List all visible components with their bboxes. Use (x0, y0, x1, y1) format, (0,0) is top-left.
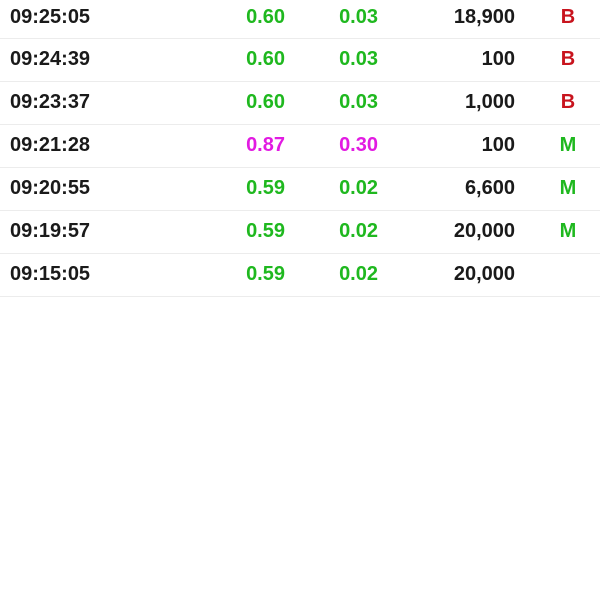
trade-volume: 100 (481, 134, 515, 156)
trade-change: 0.03 (339, 6, 378, 28)
trade-price: 0.60 (246, 6, 285, 28)
table-row[interactable]: 09:25:05 0.60 0.03 18,900 B (0, 0, 600, 39)
trade-time: 09:15:05 (10, 263, 91, 285)
trade-price: 0.87 (246, 134, 285, 156)
trade-change: 0.03 (339, 91, 378, 113)
trade-list: 09:25:05 0.60 0.03 18,900 B 09:24:39 0.6… (0, 0, 600, 297)
trade-side: B (560, 48, 576, 70)
trade-volume: 20,000 (453, 220, 515, 242)
table-row[interactable]: 09:15:05 0.59 0.02 20,000 (0, 254, 600, 297)
trade-time: 09:21:28 (10, 134, 91, 156)
trade-volume: 1,000 (464, 91, 515, 113)
trade-time: 09:24:39 (10, 48, 91, 70)
table-row[interactable]: 09:20:55 0.59 0.02 6,600 M (0, 168, 600, 211)
trade-price: 0.60 (246, 48, 285, 70)
trade-price: 0.59 (246, 263, 285, 285)
trade-change: 0.02 (339, 263, 378, 285)
trade-change: 0.30 (339, 134, 378, 156)
table-row[interactable]: 09:19:57 0.59 0.02 20,000 M (0, 211, 600, 254)
table-row[interactable]: 09:23:37 0.60 0.03 1,000 B (0, 82, 600, 125)
trade-price: 0.59 (246, 177, 285, 199)
trade-change: 0.03 (339, 48, 378, 70)
table-row[interactable]: 09:24:39 0.60 0.03 100 B (0, 39, 600, 82)
trade-time: 09:23:37 (10, 91, 91, 113)
trade-price: 0.60 (246, 91, 285, 113)
trade-side: M (559, 177, 577, 199)
trade-volume: 20,000 (453, 263, 515, 285)
trade-volume: 100 (481, 48, 515, 70)
trade-time: 09:25:05 (10, 6, 91, 28)
trade-volume: 6,600 (464, 177, 515, 199)
trade-volume: 18,900 (453, 6, 515, 28)
trade-time: 09:19:57 (10, 220, 91, 242)
trade-price: 0.59 (246, 220, 285, 242)
trade-change: 0.02 (339, 177, 378, 199)
trade-side: M (559, 220, 577, 242)
trade-side: M (559, 134, 577, 156)
trade-change: 0.02 (339, 220, 378, 242)
trade-side: B (560, 6, 576, 28)
trade-time: 09:20:55 (10, 177, 91, 199)
table-row[interactable]: 09:21:28 0.87 0.30 100 M (0, 125, 600, 168)
trade-side: B (560, 91, 576, 113)
